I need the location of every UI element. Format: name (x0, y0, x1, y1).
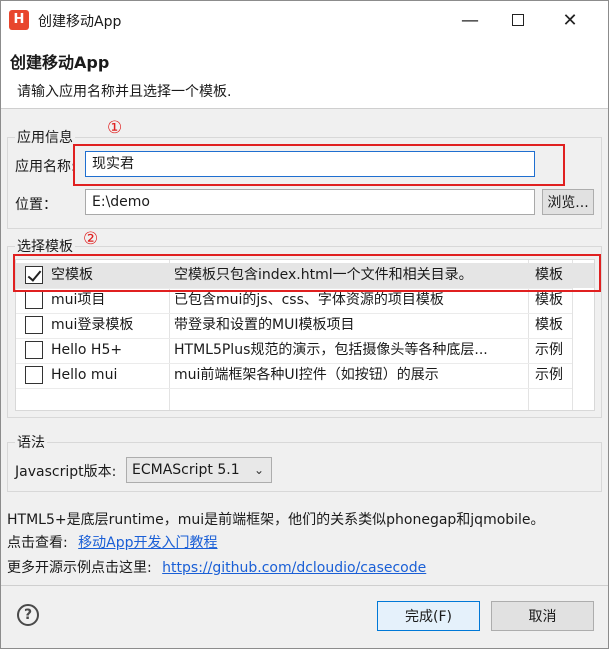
template-name: 空模板 (51, 267, 93, 283)
template-name: Hello H5+ (51, 342, 123, 358)
template-type: 示例 (535, 342, 563, 358)
help-icon[interactable]: ? (17, 604, 39, 626)
dialog-header: 创建移动App 请输入应用名称并且选择一个模板. (1, 39, 608, 109)
template-type: 示例 (535, 367, 563, 383)
row-checkbox[interactable] (25, 316, 43, 334)
template-name: Hello mui (51, 367, 118, 383)
app-info-group-label: 应用信息 (15, 127, 75, 147)
tutorial-line: 点击查看: 移动App开发入门教程 (7, 532, 218, 552)
template-description: mui前端框架各种UI控件（如按钮）的展示 (174, 367, 439, 383)
row-checkbox[interactable] (25, 366, 43, 384)
app-name-input[interactable]: 现实君 (85, 151, 535, 177)
table-row[interactable]: Hello H5+ HTML5Plus规范的演示，包括摄像头等各种底层... 示… (16, 338, 594, 363)
template-name: mui项目 (51, 292, 106, 308)
template-type: 模板 (535, 292, 563, 308)
tutorial-prefix: 点击查看: (7, 535, 68, 551)
js-version-value: ECMAScript 5.1 (132, 462, 240, 478)
chevron-down-icon: ⌄ (253, 463, 264, 477)
cancel-button[interactable]: 取消 (491, 601, 594, 631)
template-description: 已包含mui的js、css、字体资源的项目模板 (174, 292, 444, 308)
template-table: 空模板 空模板只包含index.html一个文件和相关目录。 模板 mui项目 … (15, 259, 595, 411)
close-button[interactable]: ✕ (547, 1, 593, 39)
js-version-label: Javascript版本: (15, 464, 117, 480)
table-row[interactable]: mui登录模板 带登录和设置的MUI模板项目 模板 (16, 313, 594, 338)
examples-link[interactable]: https://github.com/dcloudio/casecode (162, 560, 426, 576)
finish-button[interactable]: 完成(F) (377, 601, 480, 631)
maximize-button[interactable] (495, 1, 541, 39)
title-bar: H 创建移动App — ✕ (1, 1, 608, 39)
row-divider (16, 388, 572, 389)
table-row[interactable]: Hello mui mui前端框架各种UI控件（如按钮）的展示 示例 (16, 363, 594, 388)
footer-separator (1, 585, 608, 586)
location-input[interactable]: E:\demo (85, 189, 535, 215)
template-description: HTML5Plus规范的演示，包括摄像头等各种底层... (174, 342, 488, 358)
minimize-icon: — (461, 9, 479, 31)
template-name: mui登录模板 (51, 317, 134, 333)
row-checkbox[interactable] (25, 341, 43, 359)
row-checkbox[interactable] (25, 291, 43, 309)
row-checkbox[interactable] (25, 266, 43, 284)
annotation-marker-2: ② (83, 229, 99, 249)
js-version-select[interactable]: ECMAScript 5.1 ⌄ (126, 457, 272, 483)
info-text: HTML5+是底层runtime，mui是前端框架，他们的关系类似phonega… (7, 512, 545, 528)
template-type: 模板 (535, 317, 563, 333)
minimize-button[interactable]: — (447, 1, 493, 39)
header-title: 创建移动App (10, 53, 110, 72)
template-group-label: 选择模板 (15, 236, 75, 256)
template-type: 模板 (535, 267, 563, 283)
app-name-label: 应用名称: (15, 159, 76, 175)
browse-button[interactable]: 浏览... (542, 189, 594, 215)
template-description: 空模板只包含index.html一个文件和相关目录。 (174, 267, 473, 283)
header-description: 请输入应用名称并且选择一个模板. (17, 84, 232, 100)
template-description: 带登录和设置的MUI模板项目 (174, 317, 355, 333)
create-mobile-app-dialog: H 创建移动App — ✕ 创建移动App 请输入应用名称并且选择一个模板. 应… (0, 0, 609, 649)
hbuilder-logo-icon: H (9, 10, 29, 30)
table-row[interactable]: 空模板 空模板只包含index.html一个文件和相关目录。 模板 (16, 263, 594, 288)
annotation-marker-1: ① (107, 118, 123, 138)
examples-line: 更多开源示例点击这里: https://github.com/dcloudio/… (7, 557, 426, 577)
maximize-icon (512, 14, 524, 26)
tutorial-link[interactable]: 移动App开发入门教程 (78, 535, 217, 551)
syntax-group-label: 语法 (15, 432, 47, 452)
window-title: 创建移动App (38, 14, 122, 30)
close-icon: ✕ (562, 9, 578, 31)
table-row[interactable]: mui项目 已包含mui的js、css、字体资源的项目模板 模板 (16, 288, 594, 313)
location-label: 位置： (15, 197, 57, 213)
examples-prefix: 更多开源示例点击这里: (7, 560, 152, 576)
